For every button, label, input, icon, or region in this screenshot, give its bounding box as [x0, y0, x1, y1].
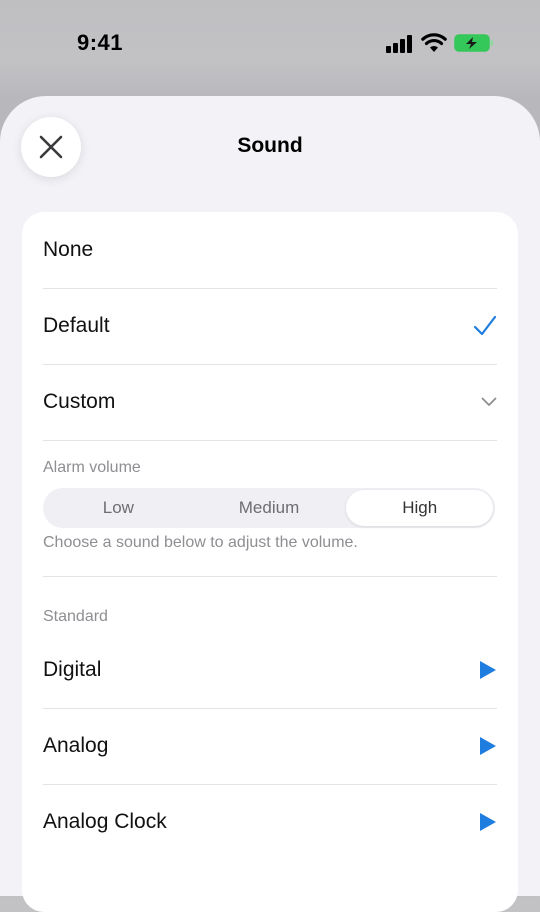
sound-row-analog[interactable]: Analog — [43, 708, 497, 785]
status-bar: 9:41 — [0, 0, 540, 90]
page-title: Sound — [237, 134, 303, 157]
chevron-down-icon[interactable] — [481, 397, 497, 407]
sound-sheet: Sound None Default Custom Alarm volume L… — [0, 96, 540, 912]
sound-options-card: None Default Custom Alarm volume Low Med… — [22, 212, 518, 912]
wifi-icon — [421, 33, 447, 52]
segment-medium[interactable]: Medium — [196, 490, 343, 526]
sound-label: Digital — [43, 658, 102, 681]
divider — [43, 576, 497, 577]
segment-low[interactable]: Low — [45, 490, 192, 526]
sound-row-analog-clock[interactable]: Analog Clock — [43, 784, 497, 860]
play-icon[interactable] — [479, 660, 497, 680]
volume-hint: Choose a sound below to adjust the volum… — [43, 534, 358, 551]
option-label: Custom — [43, 390, 116, 413]
sound-label: Analog Clock — [43, 810, 167, 833]
checkmark-icon — [473, 315, 497, 337]
play-icon[interactable] — [479, 812, 497, 832]
alarm-volume-label: Alarm volume — [43, 459, 141, 476]
status-time: 9:41 — [77, 30, 124, 55]
sound-label: Analog — [43, 734, 109, 757]
standard-section-label: Standard — [43, 608, 108, 625]
segment-high[interactable]: High — [346, 490, 494, 526]
battery-charging-icon — [454, 34, 493, 52]
option-default[interactable]: Default — [43, 288, 497, 365]
option-none[interactable]: None — [43, 212, 497, 289]
alarm-volume-segmented-control: Low Medium High — [43, 488, 495, 528]
option-label: Default — [43, 314, 110, 337]
option-custom[interactable]: Custom — [43, 364, 497, 441]
sound-row-digital[interactable]: Digital — [43, 632, 497, 709]
play-icon[interactable] — [479, 736, 497, 756]
option-label: None — [43, 238, 94, 261]
cellular-signal-icon — [386, 35, 412, 53]
